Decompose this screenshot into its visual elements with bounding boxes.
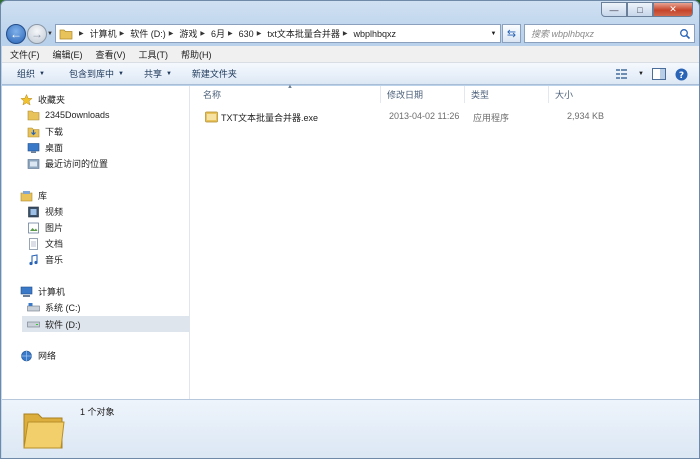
- search-input[interactable]: [531, 28, 681, 39]
- breadcrumb-computer[interactable]: 计算机 ▶: [90, 27, 131, 40]
- content-area: 收藏夹 2345Downloads 下载 桌面 最近访问的位置 库 视频 图片 …: [2, 84, 699, 399]
- navigation-pane: 收藏夹 2345Downloads 下载 桌面 最近访问的位置 库 视频 图片 …: [2, 86, 190, 399]
- nav-item-drive-d[interactable]: 软件 (D:): [22, 316, 190, 332]
- file-type: 应用程序: [473, 113, 510, 123]
- include-in-library-button[interactable]: 包含到库中 ▼: [69, 67, 124, 80]
- explorer-window: — □ ✕ ← → ▼ ▶ 计算机 ▶ 软件 (D:) ▶ 游戏 ▶ 6月 ▶ 630 ▶…: [0, 0, 700, 459]
- address-bar[interactable]: ▶ 计算机 ▶ 软件 (D:) ▶ 游戏 ▶ 6月 ▶ 630 ▶ txt文本批量合并器 ▶…: [55, 24, 501, 43]
- view-dropdown[interactable]: ▼: [637, 67, 645, 81]
- video-icon: [28, 206, 39, 217]
- pictures-icon: [28, 222, 39, 233]
- column-header-name[interactable]: 名称: [197, 86, 381, 103]
- change-view-button[interactable]: [615, 67, 631, 81]
- file-modified: 2013-04-02 11:26: [389, 111, 460, 121]
- help-icon: ?: [675, 68, 687, 81]
- column-header-type[interactable]: 类型: [465, 86, 549, 103]
- menu-tools[interactable]: 工具(T): [134, 48, 174, 61]
- nav-item-2345downloads[interactable]: 2345Downloads: [27, 109, 110, 121]
- forward-button[interactable]: →: [27, 24, 47, 44]
- caption-buttons: — □ ✕: [601, 2, 693, 17]
- file-list-pane: ▲ 名称 修改日期 类型 大小 TXT文本批量合并器.exe 2013-04-0…: [191, 84, 699, 399]
- refresh-icon: ⇆: [506, 28, 517, 40]
- view-list-icon: [616, 69, 627, 79]
- svg-text:?: ?: [678, 71, 683, 81]
- menu-edit[interactable]: 编辑(E): [48, 48, 88, 61]
- library-icon: [20, 190, 33, 201]
- nav-libraries[interactable]: 库: [20, 189, 47, 202]
- nav-item-pictures[interactable]: 图片: [27, 221, 63, 234]
- close-button[interactable]: ✕: [653, 2, 693, 17]
- nav-computer[interactable]: 计算机: [20, 285, 65, 298]
- breadcrumb-current[interactable]: wbplhbqxz: [353, 29, 396, 39]
- recent-pages-dropdown[interactable]: ▼: [47, 31, 53, 37]
- network-icon: [21, 350, 32, 361]
- folder-icon: [59, 29, 73, 39]
- maximize-button[interactable]: □: [627, 2, 653, 17]
- chevron-down-icon: ▼: [39, 70, 45, 77]
- nav-item-drive-c[interactable]: 系统 (C:): [27, 301, 81, 314]
- folder-large-icon: [23, 413, 65, 449]
- breadcrumb-630[interactable]: 630 ▶: [239, 29, 268, 39]
- minimize-button[interactable]: —: [601, 2, 627, 17]
- arrow-right-icon: →: [31, 27, 43, 41]
- chevron-down-icon: ▼: [165, 70, 172, 77]
- details-pane: 1 个对象: [2, 399, 699, 458]
- nav-item-desktop[interactable]: 桌面: [27, 141, 63, 154]
- menu-help[interactable]: 帮助(H): [176, 48, 217, 61]
- desktop-icon: [27, 142, 40, 153]
- nav-favorites[interactable]: 收藏夹: [20, 93, 65, 106]
- search-icon[interactable]: [679, 28, 691, 40]
- back-button[interactable]: ←: [6, 24, 26, 44]
- address-row: ← → ▼ ▶ 计算机 ▶ 软件 (D:) ▶ 游戏 ▶ 6月 ▶ 630 ▶ txt文本…: [1, 22, 699, 44]
- breadcrumb-drive-d[interactable]: 软件 (D:) ▶: [130, 27, 179, 40]
- star-icon: [20, 93, 33, 106]
- help-button[interactable]: ?: [673, 67, 689, 81]
- breadcrumb-root-arrow[interactable]: ▶: [76, 30, 90, 37]
- chevron-down-icon: ▼: [117, 70, 124, 77]
- preview-pane-icon: [652, 68, 666, 80]
- nav-item-recent-places[interactable]: 最近访问的位置: [27, 157, 108, 170]
- menu-bar: 文件(F) 编辑(E) 查看(V) 工具(T) 帮助(H): [2, 46, 699, 63]
- recent-places-icon: [27, 158, 40, 169]
- address-history-dropdown[interactable]: ▼: [486, 30, 500, 37]
- computer-icon: [20, 286, 33, 297]
- folder-icon: [27, 110, 40, 121]
- preview-pane-button[interactable]: [651, 67, 667, 81]
- column-header-size[interactable]: 大小: [549, 86, 605, 103]
- new-folder-button[interactable]: 新建文件夹: [192, 67, 237, 80]
- breadcrumb-games[interactable]: 游戏 ▶: [179, 27, 211, 40]
- nav-item-documents[interactable]: 文档: [27, 237, 63, 250]
- system-drive-icon: [27, 302, 40, 311]
- documents-icon: [29, 237, 38, 250]
- organize-button[interactable]: 组织 ▼: [17, 67, 45, 80]
- file-row[interactable]: TXT文本批量合并器.exe 2013-04-02 11:26 应用程序 2,9…: [199, 109, 619, 125]
- breadcrumb-txt-merger[interactable]: txt文本批量合并器 ▶: [267, 27, 353, 40]
- share-button[interactable]: 共享 ▼: [144, 67, 172, 80]
- downloads-folder-icon: [27, 127, 40, 137]
- arrow-left-icon: ←: [10, 27, 22, 41]
- command-bar: 组织 ▼ 包含到库中 ▼ 共享 ▼ 新建文件夹 ▼ ?: [2, 63, 699, 85]
- file-size: 2,934 KB: [567, 111, 605, 121]
- menu-view[interactable]: 查看(V): [91, 48, 131, 61]
- refresh-button[interactable]: ⇆: [502, 24, 521, 43]
- drive-icon: [27, 321, 40, 328]
- item-count: 1 个对象: [80, 407, 115, 417]
- application-icon: [205, 111, 218, 123]
- column-header-modified[interactable]: 修改日期: [381, 86, 465, 103]
- nav-network[interactable]: 网络: [20, 349, 56, 362]
- search-box[interactable]: [524, 24, 695, 43]
- file-name: TXT文本批量合并器.exe: [221, 113, 319, 123]
- view-controls: ▼ ?: [615, 67, 689, 81]
- nav-item-videos[interactable]: 视频: [27, 205, 63, 218]
- nav-item-downloads[interactable]: 下载: [27, 125, 63, 138]
- music-icon: [29, 253, 38, 265]
- breadcrumb-june[interactable]: 6月 ▶: [211, 27, 239, 40]
- nav-item-music[interactable]: 音乐: [27, 253, 63, 266]
- menu-file[interactable]: 文件(F): [5, 48, 45, 61]
